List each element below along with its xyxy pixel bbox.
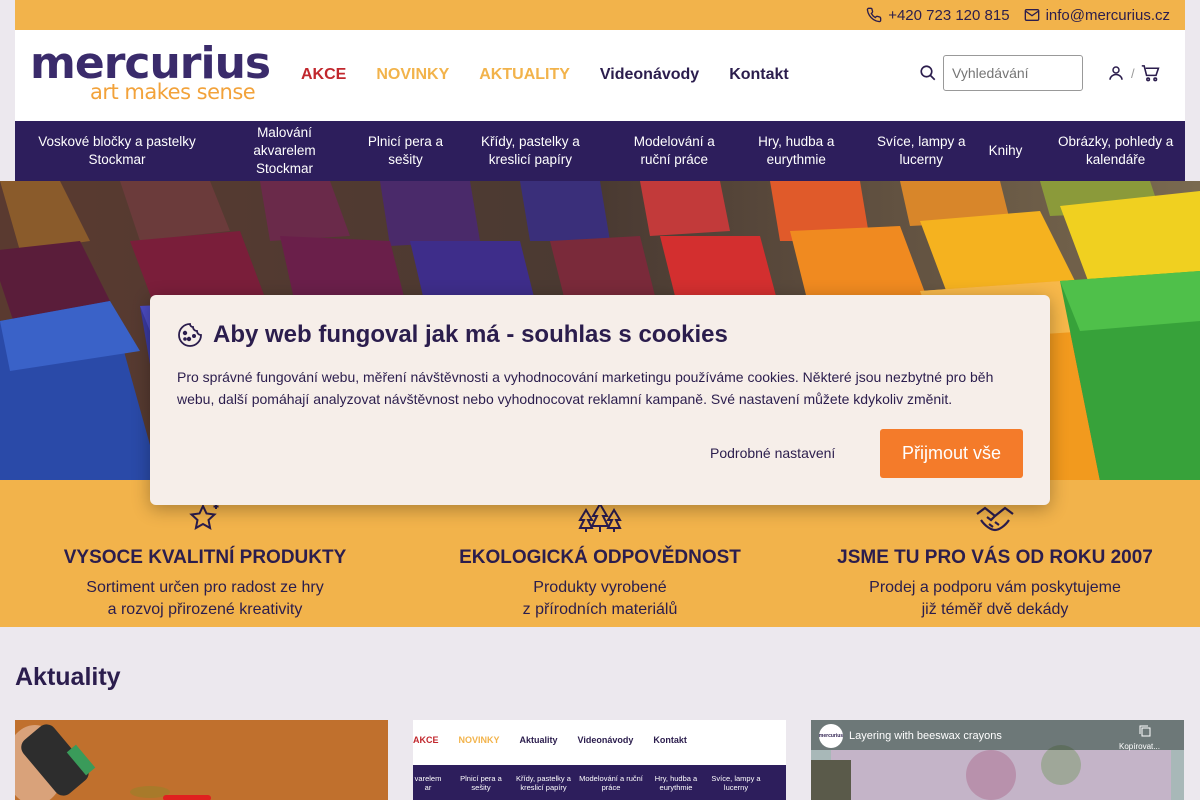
site-header: mercurius art makes sense AKCE NOVINKY A… (15, 30, 1185, 121)
feature-text-line2: z přírodních materiálů (522, 601, 678, 618)
card-cat-item: Plnicí pera a sešity (460, 773, 502, 792)
site-logo[interactable]: mercurius art makes sense (30, 38, 271, 106)
star-icon (189, 503, 219, 530)
category-item[interactable]: Voskové bločky a pastelky Stockmar (15, 133, 219, 169)
category-nav: Voskové bločky a pastelky Stockmar Malov… (15, 121, 1185, 181)
cookie-consent-dialog: Aby web fungoval jak má - souhlas s cook… (150, 295, 1050, 505)
channel-avatar: mercurius (819, 724, 843, 748)
news-card[interactable] (15, 720, 388, 800)
feature-title: JSME TU PRO VÁS OD ROKU 2007 (837, 547, 1153, 568)
news-heading: Aktuality (15, 663, 121, 691)
logo-tagline: art makes sense (90, 80, 256, 104)
accept-all-button[interactable]: Přijmout vše (880, 429, 1023, 478)
card-cat-item: Křídy, pastelky a kreslicí papíry (516, 773, 571, 792)
account-separator: / (1131, 65, 1135, 81)
user-icon[interactable] (1107, 64, 1125, 82)
feature-text-line1: Prodej a podporu vám poskytujeme (869, 579, 1121, 596)
card-nav-item: Aktuality (519, 735, 558, 745)
trees-icon (578, 502, 622, 532)
card-cat-item: Modelování a ruční práce (579, 773, 643, 792)
cookie-icon (178, 323, 202, 347)
video-title: Layering with beeswax crayons (849, 730, 1002, 742)
phone-icon (866, 7, 882, 23)
card-nav-item: Videonávody (577, 735, 634, 745)
cookie-text: Pro správné fungování webu, měření návšt… (177, 369, 994, 407)
card-nav-item: AKCE (413, 735, 439, 745)
cookie-settings-button[interactable]: Podrobné nastavení (710, 445, 835, 461)
feature-text-line2: a rozvoj přirozené kreativity (107, 601, 303, 618)
category-item[interactable]: Modelování a ruční práce (615, 133, 734, 169)
copy-icon[interactable] (1139, 725, 1151, 737)
feature-title: EKOLOGICKÁ ODPOVĚDNOST (459, 547, 741, 568)
card-nav-item: Kontakt (653, 735, 687, 745)
card-screenshot-nav: AKCE NOVINKY Aktuality Videonávody Konta… (413, 720, 786, 765)
card-cat-item: varelem ar (414, 773, 442, 792)
search-icon[interactable] (919, 64, 937, 82)
phone-link[interactable]: +420 723 120 815 (866, 6, 1010, 24)
search-box (919, 55, 1083, 91)
news-card-video[interactable]: mercurius Layering with beeswax crayons … (811, 720, 1184, 800)
nav-aktuality[interactable]: AKTUALITY (479, 66, 570, 84)
email-address: info@mercurius.cz (1045, 6, 1170, 24)
feature-text-line1: Sortiment určen pro radost ze hry (86, 579, 324, 596)
feature-eco: EKOLOGICKÁ ODPOVĚDNOST Produkty vyrobené… (400, 502, 800, 621)
feature-quality: VYSOCE KVALITNÍ PRODUKTY Sortiment určen… (5, 502, 405, 621)
category-item[interactable]: Křídy, pastelky a kreslicí papíry (466, 133, 595, 169)
feature-title: VYSOCE KVALITNÍ PRODUKTY (63, 547, 347, 568)
nav-videonavody[interactable]: Videonávody (600, 66, 699, 84)
card-cat-item: Svíce, lampy a lucerny (711, 773, 761, 792)
nav-akce[interactable]: AKCE (301, 66, 346, 84)
nav-kontakt[interactable]: Kontakt (729, 66, 789, 84)
feature-text-line2: již téměř dvě dekády (921, 601, 1069, 618)
cookie-title: Aby web fungoval jak má - souhlas s cook… (213, 321, 728, 348)
card-cat-item: Hry, hudba a eurythmie (654, 773, 698, 792)
category-item[interactable]: Svíce, lampy a lucerny (867, 133, 976, 169)
card-nav-item: NOVINKY (458, 735, 500, 745)
category-item[interactable]: Knihy (976, 142, 1036, 160)
cart-icon[interactable] (1141, 64, 1160, 82)
feature-since: JSME TU PRO VÁS OD ROKU 2007 Prodej a po… (795, 502, 1195, 621)
phone-number: +420 723 120 815 (888, 6, 1010, 24)
category-item[interactable]: Plnicí pera a sešity (356, 133, 455, 169)
contact-bar: +420 723 120 815 info@mercurius.cz (15, 0, 1185, 30)
news-card[interactable]: AKCE NOVINKY Aktuality Videonávody Konta… (413, 720, 786, 800)
nav-novinky[interactable]: NOVINKY (376, 66, 449, 84)
handshake-icon (976, 506, 1014, 532)
category-item[interactable]: Malování akvarelem Stockmar (225, 124, 344, 178)
account-cart: / (1107, 64, 1160, 82)
mail-icon (1024, 9, 1039, 21)
email-link[interactable]: info@mercurius.cz (1024, 7, 1170, 24)
card-screenshot-catbar: varelem ar Plnicí pera a sešity Křídy, p… (413, 765, 786, 800)
feature-text-line1: Produkty vyrobené (533, 579, 667, 596)
category-item[interactable]: Obrázky, pohledy a kalendáře (1046, 133, 1185, 169)
main-nav: AKCE NOVINKY AKTUALITY Videonávody Konta… (301, 66, 789, 84)
search-input[interactable] (943, 55, 1083, 91)
category-item[interactable]: Hry, hudba a eurythmie (747, 133, 846, 169)
copy-label: Kopírovat... (1119, 742, 1160, 751)
news-card-thumbnail (15, 720, 388, 800)
